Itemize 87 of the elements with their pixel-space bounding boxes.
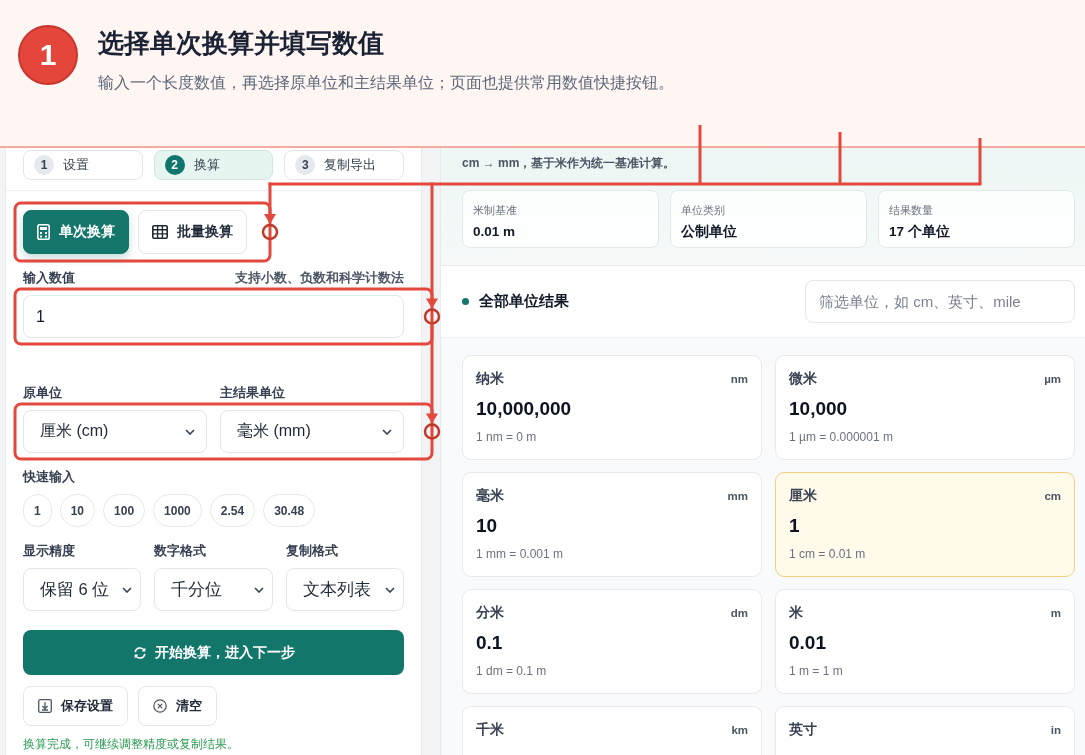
save-button[interactable]: 保存设置	[23, 686, 128, 726]
value-input[interactable]: 1	[23, 295, 404, 338]
option-dropdown[interactable]: 文本列表	[285, 568, 404, 611]
step-number: 3	[295, 155, 316, 175]
chevron-down-icon	[382, 428, 392, 435]
connector-arrow	[264, 182, 276, 224]
chevron-down-icon	[253, 586, 264, 593]
unit-name: 纳米	[476, 371, 504, 387]
unit-symbol: cm	[1044, 489, 1061, 504]
download-box-icon	[38, 699, 52, 713]
chevron-down-icon	[185, 428, 195, 435]
unit-value: 0.1	[476, 631, 504, 655]
chevron-down-icon	[122, 586, 133, 593]
unit-dropdown[interactable]: 毫米 (mm)	[220, 410, 404, 453]
field-label: 显示精度	[23, 543, 76, 559]
quick-value-chip[interactable]: 1	[23, 494, 52, 527]
clear-button[interactable]: 清空	[138, 686, 217, 726]
field-hint: 支持小数、负数和科学计数法	[235, 270, 404, 286]
unit-symbol: mm	[727, 489, 748, 504]
quick-value-chip[interactable]: 30.48	[263, 494, 316, 527]
unit-name: 千米	[476, 722, 504, 738]
step-tab[interactable]: 3 复制导出	[284, 150, 404, 180]
unit-value: 10,000,000	[476, 397, 573, 421]
quick-value-chip[interactable]: 10	[59, 494, 96, 527]
unit-symbol: m	[1050, 606, 1061, 621]
refresh-icon	[132, 645, 147, 660]
unit-value: 10	[476, 514, 499, 538]
unit-formula: 1 dm = 0.1 m	[476, 663, 548, 679]
step-tab[interactable]: 2 换算	[153, 150, 274, 180]
option-dropdown[interactable]: 千分位	[154, 568, 273, 611]
unit-formula: 1 mm = 0.001 m	[476, 546, 565, 562]
stat-value: 0.01 m	[473, 224, 517, 240]
mode-tab[interactable]: 批量换算	[138, 210, 247, 254]
mode-tab[interactable]: 单次换算	[23, 210, 129, 254]
field-label: 快速输入	[23, 469, 76, 485]
unit-value: 0.01	[789, 631, 827, 655]
stat-label: 结果数量	[889, 203, 934, 217]
field-label: 主结果单位	[220, 385, 286, 401]
step-badge: 1	[18, 25, 78, 85]
anchor-ring-icon	[423, 423, 441, 440]
guide-title: 选择单次换算并填写数值	[98, 27, 385, 59]
unit-symbol: µm	[1044, 372, 1061, 387]
quick-value-chip[interactable]: 1000	[153, 494, 202, 527]
section-title: 全部单位结果	[479, 292, 569, 311]
table-icon	[152, 225, 168, 239]
unit-symbol: km	[731, 723, 748, 738]
close-circle-icon	[153, 699, 167, 713]
unit-symbol: dm	[730, 606, 748, 621]
filter-input[interactable]: 筛选单位，如 cm、英寸、mile	[805, 280, 1075, 323]
unit-name: 米	[789, 605, 803, 621]
unit-formula: 1 cm = 0.01 m	[789, 546, 867, 562]
unit-name: 英寸	[789, 722, 817, 738]
unit-formula: 1 µm = 0.000001 m	[789, 429, 894, 445]
field-label: 复制格式	[285, 543, 339, 559]
unit-symbol: in	[1050, 723, 1061, 738]
unit-name: 分米	[476, 605, 504, 621]
convert-button[interactable]: 开始换算，进入下一步	[23, 630, 404, 675]
unit-dropdown[interactable]: 厘米 (cm)	[23, 410, 207, 453]
field-label: 数字格式	[154, 543, 208, 559]
unit-value: 1	[789, 514, 801, 538]
stat-value: 公制单位	[681, 224, 738, 240]
unit-formula: 1 nm = 0 m	[476, 429, 538, 445]
unit-value: 10,000	[789, 397, 849, 421]
unit-name: 厘米	[789, 488, 817, 504]
stat-label: 单位类别	[681, 203, 726, 217]
field-label: 输入数值	[23, 270, 75, 286]
status-dot-icon	[462, 298, 469, 305]
guide-description: 输入一个长度数值，再选择原单位和主结果单位；页面也提供常用数值快捷按钮。	[98, 73, 674, 93]
stat-label: 米制基准	[473, 203, 518, 217]
quick-value-chip[interactable]: 100	[103, 494, 146, 527]
anchor-ring-icon	[423, 308, 441, 325]
unit-formula: 1 m = 1 m	[789, 663, 844, 679]
status-message: 换算完成，可继续调整精度或复制结果。	[23, 737, 240, 752]
anchor-ring-icon	[261, 223, 279, 241]
chevron-down-icon	[385, 586, 395, 593]
summary-text: cm → mm，基于米作为统一基准计算。	[462, 156, 677, 170]
option-dropdown[interactable]: 保留 6 位	[23, 568, 142, 611]
unit-symbol: nm	[730, 372, 748, 387]
step-number: 1	[34, 155, 54, 175]
step-number: 2	[164, 155, 185, 175]
unit-name: 微米	[789, 371, 817, 387]
unit-name: 毫米	[476, 488, 504, 504]
field-label: 原单位	[23, 385, 63, 401]
quick-value-chip[interactable]: 2.54	[209, 494, 256, 527]
step-tab[interactable]: 1 设置	[23, 150, 143, 180]
calculator-icon	[37, 224, 50, 240]
stat-value: 17 个单位	[889, 224, 951, 240]
